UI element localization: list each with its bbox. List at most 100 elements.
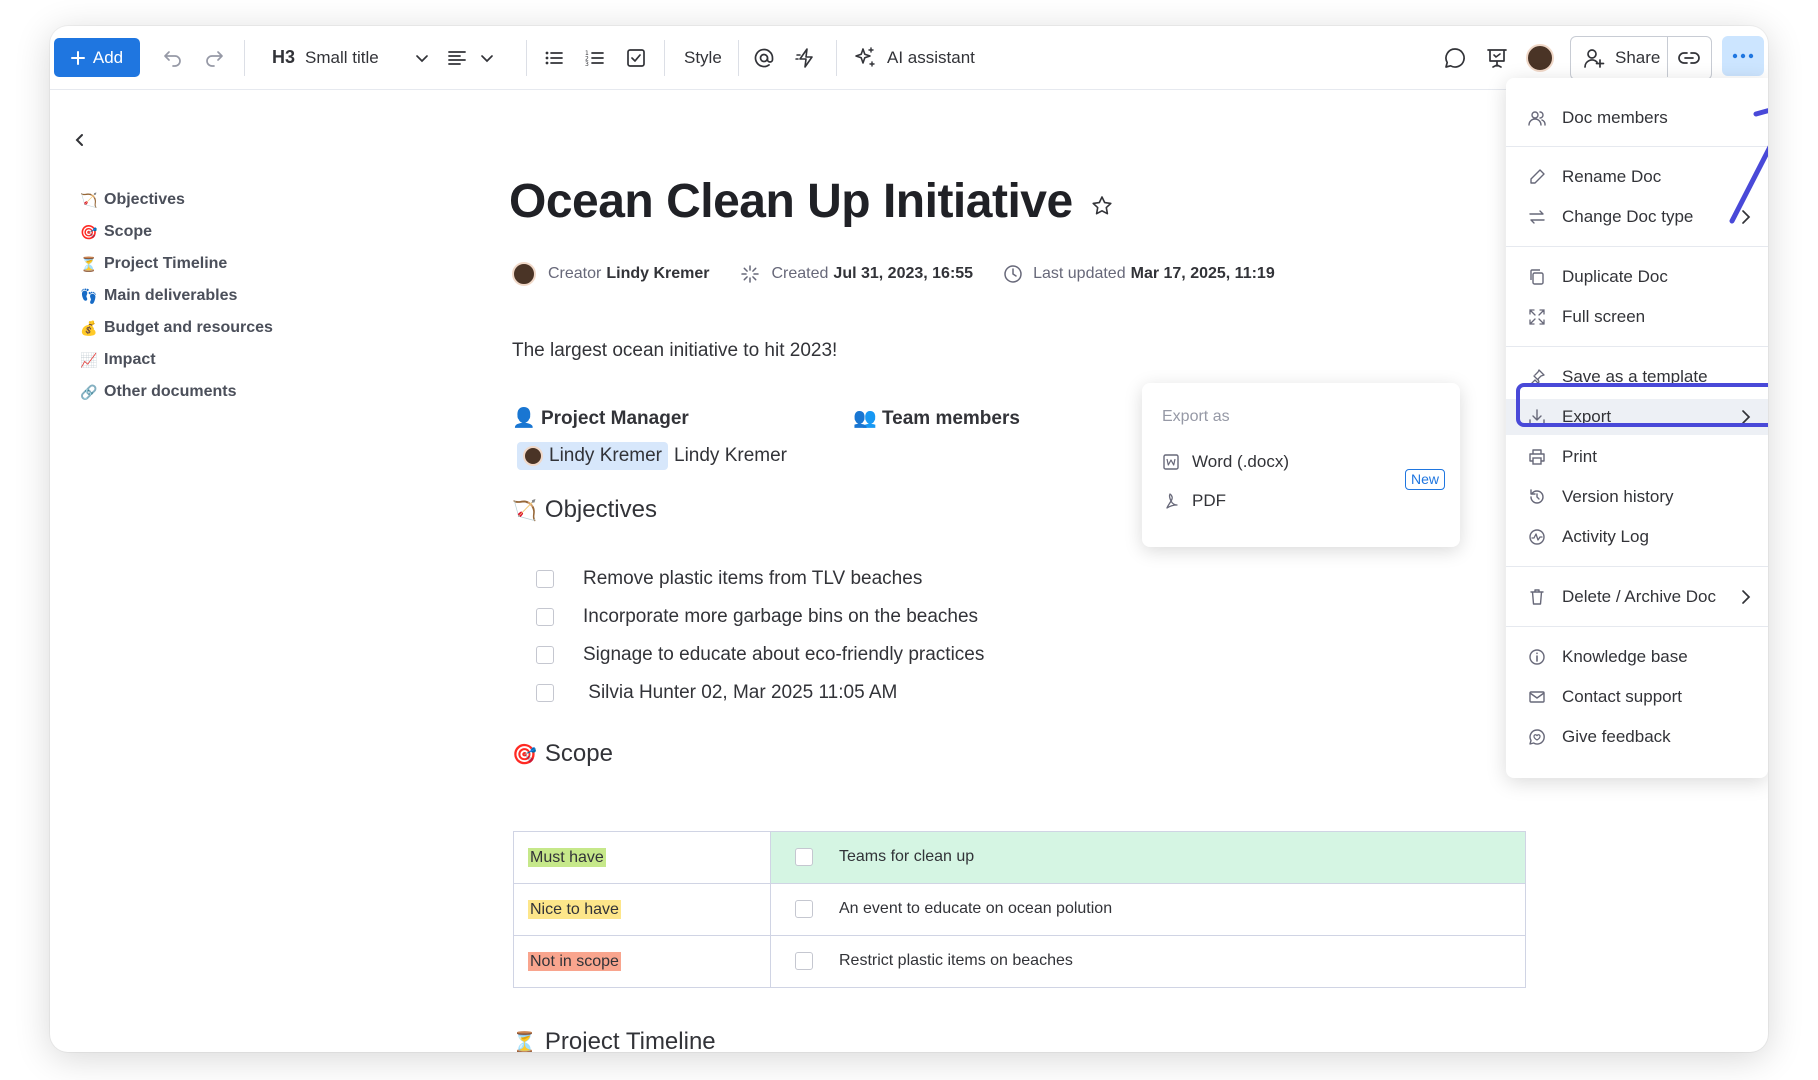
list-item: Silvia Hunter 02, Mar 2025 11:05 AM <box>536 674 984 712</box>
person-icon: 👤 <box>512 408 536 429</box>
checkbox[interactable] <box>536 570 554 588</box>
list-item: Incorporate more garbage bins on the bea… <box>536 598 984 636</box>
project-timeline-heading[interactable]: ⏳ Project Timeline <box>512 1028 716 1052</box>
link-icon[interactable] <box>1677 46 1701 70</box>
menu-item-activity-log[interactable]: Activity Log <box>1506 519 1768 555</box>
table-row: Must have Teams for clean up <box>513 831 1526 884</box>
page-title[interactable]: Ocean Clean Up Initiative <box>509 174 1073 229</box>
menu-item-full-screen[interactable]: Full screen <box>1506 299 1768 335</box>
chevron-left-icon <box>72 132 88 148</box>
project-manager-label: 👤 Project Manager <box>512 406 689 430</box>
menu-item-duplicate-doc[interactable]: Duplicate Doc <box>1506 259 1768 295</box>
automation-button[interactable] <box>791 26 821 89</box>
menu-divider <box>1506 246 1768 247</box>
menu-item-contact-support[interactable]: Contact support <box>1506 679 1768 715</box>
menu-item-version-history[interactable]: Version history <box>1506 479 1768 515</box>
style-button[interactable]: Style <box>684 26 722 89</box>
checklist-button[interactable] <box>621 26 651 89</box>
chevron-right-icon <box>1738 588 1754 606</box>
sparkles-icon <box>853 46 877 70</box>
chevron-down-icon <box>415 51 429 65</box>
table-cell[interactable]: Not in scope <box>513 935 771 988</box>
export-submenu: Export as Word (.docx) New PDF <box>1142 383 1460 547</box>
list-item-text[interactable]: Silvia Hunter 02, Mar 2025 11:05 AM <box>583 682 897 704</box>
comments-button[interactable] <box>1440 26 1470 89</box>
redo-button[interactable] <box>199 26 229 89</box>
plus-icon <box>70 50 85 65</box>
checkbox[interactable] <box>536 684 554 702</box>
add-button[interactable]: Add <box>54 38 140 77</box>
team-members-label: 👥 Team members <box>853 406 1020 430</box>
export-highlight-box <box>1516 383 1768 427</box>
chevron-down-icon <box>480 51 494 65</box>
person-chip[interactable]: Lindy Kremer <box>517 442 668 470</box>
checkbox[interactable] <box>536 646 554 664</box>
priority-tag: Must have <box>528 847 606 867</box>
list-item-text[interactable]: Remove plastic items from TLV beaches <box>583 568 922 590</box>
nav-item-project-timeline[interactable]: ⏳ Project Timeline <box>80 248 273 280</box>
more-options-button[interactable] <box>1722 36 1764 76</box>
table-cell[interactable]: Restrict plastic items on beaches <box>770 935 1526 988</box>
toolbar-divider <box>836 40 837 76</box>
history-icon <box>1526 488 1548 506</box>
toolbar-divider <box>664 40 665 76</box>
pdf-icon <box>1162 492 1180 510</box>
menu-item-delete-archive[interactable]: Delete / Archive Doc <box>1506 579 1768 615</box>
nav-item-other-documents[interactable]: 🔗 Other documents <box>80 376 273 408</box>
printer-icon <box>1526 448 1548 466</box>
doc-subtitle[interactable]: The largest ocean initiative to hit 2023… <box>512 340 837 362</box>
mention-button[interactable] <box>749 26 779 89</box>
scope-heading[interactable]: 🎯 Scope <box>512 740 613 768</box>
undo-button[interactable] <box>158 26 188 89</box>
heading-select[interactable]: H3 Small title <box>272 26 429 89</box>
checkbox[interactable] <box>795 848 813 867</box>
chart-up-icon: 📈 <box>80 351 98 368</box>
table-cell[interactable]: An event to educate on ocean polution <box>770 883 1526 936</box>
table-cell[interactable]: Nice to have <box>513 883 771 936</box>
creator-label: Creator <box>548 265 602 282</box>
priority-tag: Not in scope <box>528 951 621 971</box>
target-icon: 🎯 <box>80 223 98 240</box>
list-item-text[interactable]: Signage to educate about eco-friendly pr… <box>583 644 984 666</box>
checkbox[interactable] <box>795 952 813 971</box>
nav-item-scope[interactable]: 🎯 Scope <box>80 216 273 248</box>
creator-name[interactable]: Lindy Kremer <box>606 265 709 283</box>
menu-item-print[interactable]: Print <box>1506 439 1768 475</box>
scope-heading-text: Scope <box>544 740 613 767</box>
nav-item-main-deliverables[interactable]: 👣 Main deliverables <box>80 280 273 312</box>
bow-arrow-icon: 🏹 <box>512 499 537 522</box>
scope-item-text: Teams for clean up <box>839 848 975 866</box>
people-icon <box>1526 109 1548 127</box>
updated-value: Mar 17, 2025, 11:19 <box>1130 265 1275 282</box>
checkbox[interactable] <box>795 900 813 919</box>
menu-item-label: Print <box>1562 447 1597 466</box>
share-button[interactable]: Share <box>1570 36 1712 80</box>
export-menu-header: Export as <box>1162 408 1230 425</box>
favorite-button[interactable] <box>1090 194 1114 218</box>
table-cell[interactable]: Teams for clean up <box>770 831 1526 884</box>
trash-icon <box>1526 588 1548 606</box>
numbered-list-button[interactable]: 123 <box>580 26 610 89</box>
checkbox-icon <box>621 43 651 73</box>
nav-item-label: Scope <box>104 223 153 240</box>
align-select[interactable] <box>446 26 494 89</box>
export-pdf-item[interactable]: PDF <box>1162 486 1226 516</box>
collapse-nav-button[interactable] <box>72 132 88 148</box>
objectives-heading[interactable]: 🏹 Objectives <box>512 496 657 524</box>
created-icon <box>740 264 760 284</box>
checkbox[interactable] <box>536 608 554 626</box>
nav-item-impact[interactable]: 📈 Impact <box>80 344 273 376</box>
list-item-text[interactable]: Incorporate more garbage bins on the bea… <box>583 606 978 628</box>
menu-item-give-feedback[interactable]: Give feedback <box>1506 719 1768 755</box>
export-word-item[interactable]: Word (.docx) <box>1162 447 1289 477</box>
ai-assistant-button[interactable]: AI assistant <box>853 26 975 89</box>
table-cell[interactable]: Must have <box>513 831 771 884</box>
hourglass-icon: ⏳ <box>512 1031 537 1053</box>
menu-item-knowledge-base[interactable]: Knowledge base <box>1506 639 1768 675</box>
nav-item-objectives[interactable]: 🏹 Objectives <box>80 184 273 216</box>
nav-item-budget[interactable]: 💰 Budget and resources <box>80 312 273 344</box>
menu-item-label: Give feedback <box>1562 727 1671 746</box>
annotation-arrow-icon <box>1729 108 1768 224</box>
at-sign-icon <box>749 43 779 73</box>
bullet-list-button[interactable] <box>539 26 569 89</box>
